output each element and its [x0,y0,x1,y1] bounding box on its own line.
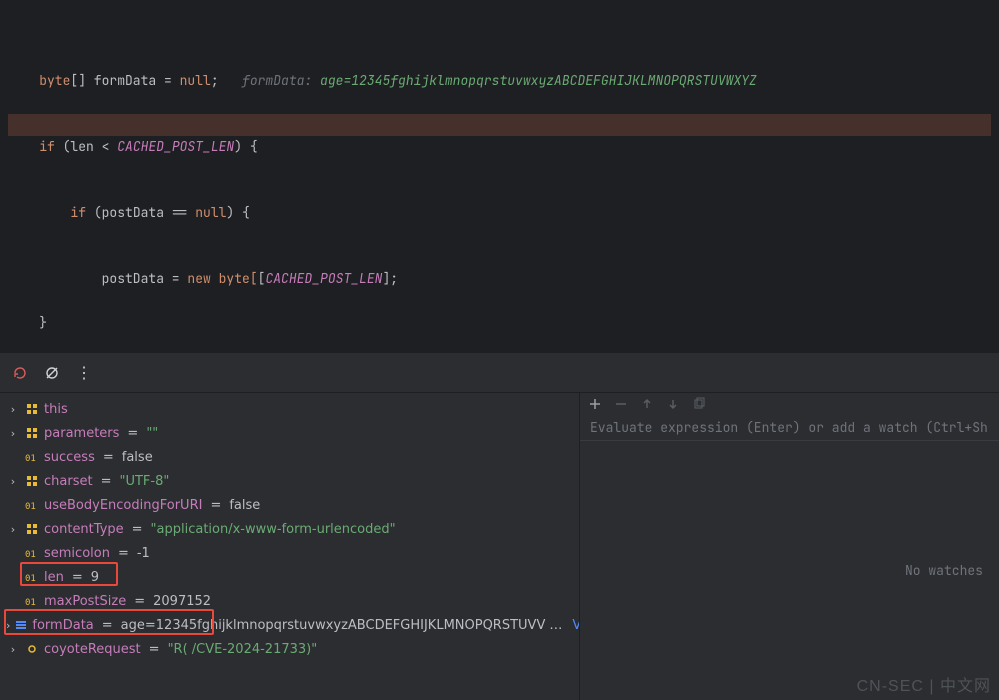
code-text [39,204,70,221]
object-icon [24,521,40,537]
variable-value: false [122,450,153,465]
svg-text:01: 01 [25,598,36,608]
inline-hint-label: formData: [242,72,312,89]
array-icon [14,617,28,633]
restart-icon[interactable] [12,365,28,381]
null-keyword: null [195,204,226,221]
variable-name: len [44,570,64,585]
variable-name: coyoteRequest [44,642,141,657]
type-keyword: byte [39,72,70,89]
code-brace: } [8,312,991,334]
watch-toolbar [580,393,999,415]
chevron-right-icon[interactable]: › [6,427,20,440]
constant: CACHED_POST_LEN [265,270,382,287]
type-keyword: byte[ [211,270,258,287]
variable-value: false [229,498,260,513]
code-text: [] formData = [70,72,179,89]
null-keyword: null [180,72,211,89]
if-keyword: if [39,138,55,155]
primitive-icon: 01 [24,545,40,561]
code-text: ) { [226,204,249,221]
variable-value: 9 [91,570,99,585]
up-icon[interactable] [640,397,654,411]
more-icon[interactable]: ⋮ [76,362,93,383]
variable-name: parameters [44,426,119,441]
primitive-icon: 01 [24,593,40,609]
variable-value: "application/x-www-form-urlencoded" [151,522,396,537]
var-row-semicolon[interactable]: 01 semicolon=-1 [0,541,579,565]
svg-text:01: 01 [25,502,36,512]
var-row-charset[interactable]: › charset="UTF-8" [0,469,579,493]
variable-value: -1 [137,546,150,561]
chevron-right-icon[interactable]: › [6,523,20,536]
variable-name: maxPostSize [44,594,126,609]
no-watches-label: No watches [905,562,983,579]
var-row-maxpostsize[interactable]: 01 maxPostSize=2097152 [0,589,579,613]
ellipsis: … [549,618,562,633]
watches-empty: No watches [580,441,999,700]
var-row-len[interactable]: 01 len=9 [0,565,579,589]
semi: ; [211,72,219,89]
copy-icon[interactable] [692,397,706,411]
chevron-right-icon[interactable]: › [6,403,20,416]
link-icon [24,641,40,657]
variable-value: "UTF-8" [119,474,169,489]
watermark-text: CN-SEC | 中文网 [857,672,991,696]
variable-name: success [44,450,95,465]
variable-name: formData [32,618,93,633]
new-keyword: new [187,270,210,287]
constant: CACHED_POST_LEN [117,138,234,155]
var-row-formdata[interactable]: › formData=age=12345fghijklmnopqrstuvwxy… [0,613,579,637]
mute-breakpoints-icon[interactable] [44,365,60,381]
variable-name: semicolon [44,546,110,561]
primitive-icon: 01 [24,449,40,465]
code-text: (postData == [86,204,195,221]
object-icon [24,425,40,441]
primitive-icon: 01 [24,497,40,513]
chevron-right-icon[interactable]: › [6,619,10,632]
object-icon [24,473,40,489]
variable-value: age=12345fghijklmnopqrstuvwxyzABCDEFGHIJ… [121,618,546,633]
svg-text:01: 01 [25,574,36,584]
svg-text:01: 01 [25,454,36,464]
chevron-right-icon[interactable]: › [6,643,20,656]
if-keyword: if [70,204,86,221]
code-text: ) { [234,138,257,155]
watches-pane[interactable]: Evaluate expression (Enter) or add a wat… [580,393,999,700]
var-row-coyoterequest[interactable]: › coyoteRequest="R( /CVE-2024-21733)" [0,637,579,661]
var-row-success[interactable]: 01 success=false [0,445,579,469]
variable-name: charset [44,474,93,489]
remove-watch-icon[interactable] [614,397,628,411]
code-text: postData = [39,270,187,287]
code-text: ]; [382,270,398,287]
down-icon[interactable] [666,397,680,411]
variable-value: "" [146,426,158,441]
variables-pane[interactable]: › this › parameters="" 01 success=false … [0,393,580,700]
variable-name: contentType [44,522,124,537]
input-placeholder: Evaluate expression (Enter) or add a wat… [590,419,988,436]
primitive-icon: 01 [24,569,40,585]
variable-value: "R( /CVE-2024-21733)" [168,642,318,657]
evaluate-expression-input[interactable]: Evaluate expression (Enter) or add a wat… [580,415,999,441]
var-row-parameters[interactable]: › parameters="" [0,421,579,445]
variable-name: this [44,402,68,417]
add-watch-icon[interactable] [588,397,602,411]
var-row-this[interactable]: › this [0,397,579,421]
code-text: (len < [55,138,117,155]
inline-hint-value: age=12345fghijklmnopqrstuvwxyzABCDEFGHIJ… [320,72,757,89]
debugger-panel: ⋮ › this › parameters="" 01 success=fals… [0,352,999,700]
variable-value: 2097152 [153,594,211,609]
debugger-toolbar: ⋮ [0,353,999,393]
var-row-usebody[interactable]: 01 useBodyEncodingForURI=false [0,493,579,517]
code-editor[interactable]: byte[] formData = null; formData: age=12… [0,0,999,352]
var-row-contenttype[interactable]: › contentType="application/x-www-form-ur… [0,517,579,541]
variable-name: useBodyEncodingForURI [44,498,202,513]
view-link[interactable]: View [566,618,580,633]
chevron-right-icon[interactable]: › [6,475,20,488]
svg-text:01: 01 [25,550,36,560]
object-icon [24,401,40,417]
